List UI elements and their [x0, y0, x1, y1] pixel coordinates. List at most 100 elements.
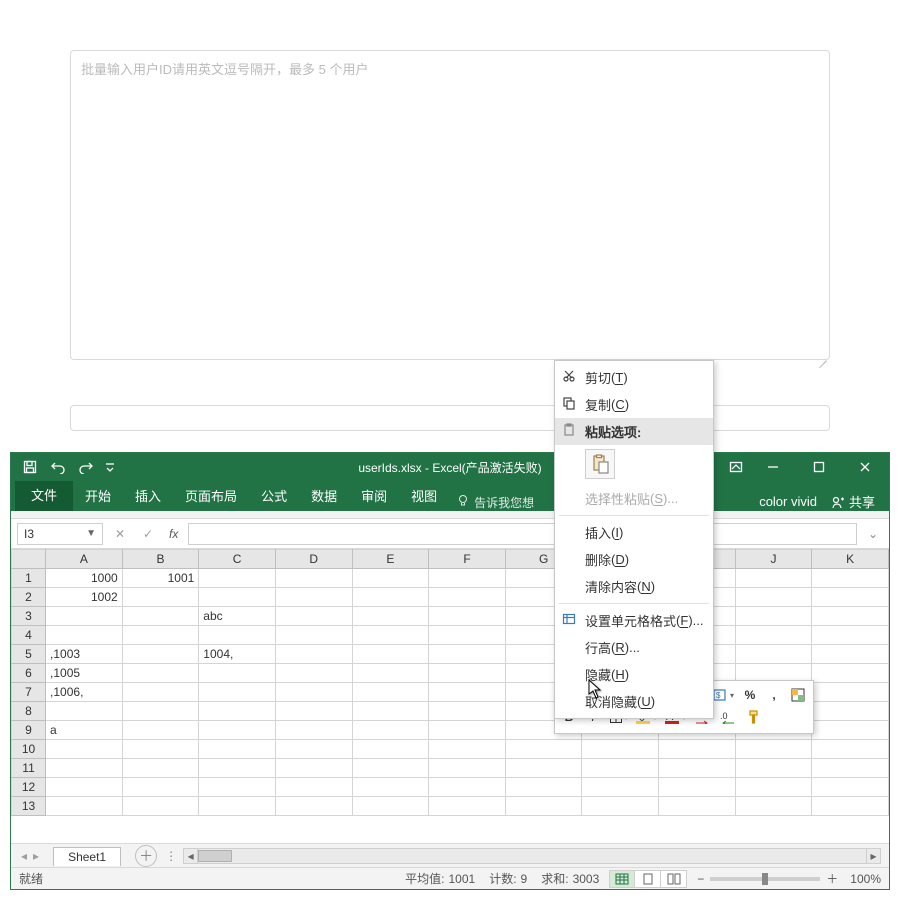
row-header-3[interactable]: 3 — [12, 607, 46, 626]
hscroll-thumb[interactable] — [198, 850, 232, 862]
cell-H12[interactable] — [582, 778, 659, 797]
cell-D4[interactable] — [275, 626, 352, 645]
cell-K9[interactable] — [812, 721, 889, 740]
add-sheet-button[interactable]: ＋ — [135, 845, 157, 867]
cell-C4[interactable] — [199, 626, 276, 645]
hscroll-split-handle[interactable]: ⋮ — [165, 849, 177, 863]
col-header-E[interactable]: E — [352, 550, 429, 569]
save-button[interactable] — [19, 456, 41, 478]
cell-E8[interactable] — [352, 702, 429, 721]
cell-J5[interactable] — [735, 645, 812, 664]
cell-C8[interactable] — [199, 702, 276, 721]
col-header-J[interactable]: J — [735, 550, 812, 569]
view-normal-button[interactable] — [609, 870, 635, 888]
tab-formulas[interactable]: 公式 — [249, 479, 299, 511]
cell-D2[interactable] — [275, 588, 352, 607]
cell-D6[interactable] — [275, 664, 352, 683]
tell-me-search[interactable]: 告诉我您想 — [457, 494, 534, 511]
cell-H13[interactable] — [582, 797, 659, 816]
cell-J10[interactable] — [735, 740, 812, 759]
mini-format-painter[interactable] — [744, 707, 764, 727]
ctx-copy[interactable]: 复制(C) — [555, 391, 713, 418]
cell-J3[interactable] — [735, 607, 812, 626]
col-header-C[interactable]: C — [199, 550, 276, 569]
color-vivid-label[interactable]: color vivid — [759, 494, 817, 509]
cell-A1[interactable]: 1000 — [46, 569, 123, 588]
cell-F1[interactable] — [429, 569, 506, 588]
cell-B13[interactable] — [122, 797, 199, 816]
cell-B4[interactable] — [122, 626, 199, 645]
expand-formula-bar-button[interactable]: ⌄ — [863, 527, 883, 541]
mini-conditional-format[interactable] — [788, 685, 808, 705]
cell-F13[interactable] — [429, 797, 506, 816]
cell-A9[interactable]: a — [46, 721, 123, 740]
horizontal-scrollbar[interactable]: ◂ ▸ — [183, 848, 881, 864]
cell-C3[interactable]: abc — [199, 607, 276, 626]
cell-C12[interactable] — [199, 778, 276, 797]
cell-E2[interactable] — [352, 588, 429, 607]
tab-data[interactable]: 数据 — [299, 479, 349, 511]
cell-E1[interactable] — [352, 569, 429, 588]
cell-D10[interactable] — [275, 740, 352, 759]
col-header-K[interactable]: K — [812, 550, 889, 569]
zoom-thumb[interactable] — [762, 873, 768, 885]
cell-C5[interactable]: 1004, — [199, 645, 276, 664]
cell-E3[interactable] — [352, 607, 429, 626]
ctx-row-height[interactable]: 行高(R)... — [555, 634, 713, 661]
row-header-6[interactable]: 6 — [12, 664, 46, 683]
row-header-1[interactable]: 1 — [12, 569, 46, 588]
ribbon-display-options-button[interactable] — [725, 456, 747, 478]
row-header-11[interactable]: 11 — [12, 759, 46, 778]
cell-D5[interactable] — [275, 645, 352, 664]
name-box[interactable]: I3 ▼ — [17, 523, 103, 545]
cell-F7[interactable] — [429, 683, 506, 702]
cell-E12[interactable] — [352, 778, 429, 797]
cell-F6[interactable] — [429, 664, 506, 683]
cell-K1[interactable] — [812, 569, 889, 588]
row-header-13[interactable]: 13 — [12, 797, 46, 816]
cell-F2[interactable] — [429, 588, 506, 607]
mini-increase-decimal[interactable]: .0 — [718, 707, 740, 727]
ctx-unhide[interactable]: 取消隐藏(U) — [555, 688, 713, 715]
cell-F5[interactable] — [429, 645, 506, 664]
mini-percent-format[interactable]: % — [740, 685, 760, 705]
cell-K4[interactable] — [812, 626, 889, 645]
close-button[interactable] — [845, 453, 885, 481]
mini-accounting-format[interactable]: $▾ — [711, 685, 736, 705]
secondary-input[interactable] — [70, 405, 830, 431]
cell-E10[interactable] — [352, 740, 429, 759]
cell-A12[interactable] — [46, 778, 123, 797]
cell-G10[interactable] — [505, 740, 582, 759]
tab-insert[interactable]: 插入 — [123, 479, 173, 511]
cell-A5[interactable]: ,1003 — [46, 645, 123, 664]
cell-F12[interactable] — [429, 778, 506, 797]
cell-B6[interactable] — [122, 664, 199, 683]
cell-J11[interactable] — [735, 759, 812, 778]
select-all-corner[interactable] — [12, 550, 46, 569]
sheet-nav-prev[interactable]: ◂ — [21, 849, 27, 863]
paste-option-default[interactable] — [585, 449, 615, 479]
tab-home[interactable]: 开始 — [73, 479, 123, 511]
cell-K2[interactable] — [812, 588, 889, 607]
cell-C7[interactable] — [199, 683, 276, 702]
cell-B3[interactable] — [122, 607, 199, 626]
row-header-8[interactable]: 8 — [12, 702, 46, 721]
cell-A11[interactable] — [46, 759, 123, 778]
cell-E13[interactable] — [352, 797, 429, 816]
cell-G11[interactable] — [505, 759, 582, 778]
tab-view[interactable]: 视图 — [399, 479, 449, 511]
cell-H11[interactable] — [582, 759, 659, 778]
zoom-slider[interactable] — [710, 877, 820, 881]
view-page-layout-button[interactable] — [635, 870, 661, 888]
cell-D1[interactable] — [275, 569, 352, 588]
cell-J1[interactable] — [735, 569, 812, 588]
cell-H10[interactable] — [582, 740, 659, 759]
cell-E11[interactable] — [352, 759, 429, 778]
cell-B1[interactable]: 1001 — [122, 569, 199, 588]
ctx-hide[interactable]: 隐藏(H) — [555, 661, 713, 688]
ctx-format-cells[interactable]: 设置单元格格式(F)... — [555, 607, 713, 634]
cell-K12[interactable] — [812, 778, 889, 797]
cell-G13[interactable] — [505, 797, 582, 816]
cell-K11[interactable] — [812, 759, 889, 778]
cell-F11[interactable] — [429, 759, 506, 778]
